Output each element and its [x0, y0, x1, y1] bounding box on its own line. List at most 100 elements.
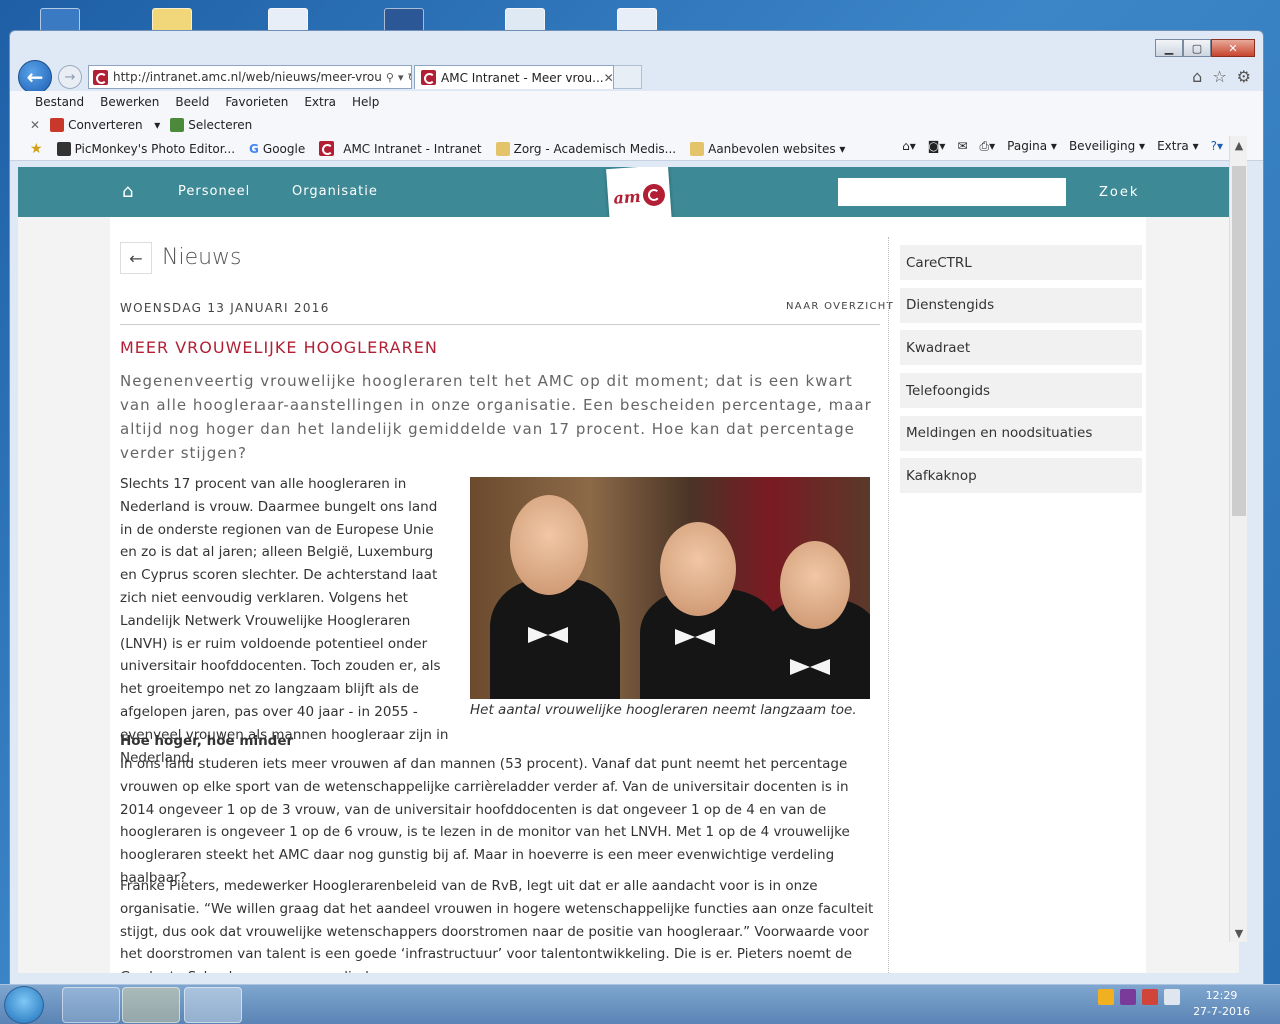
- fav-picmonkey[interactable]: PicMonkey's Photo Editor...: [56, 141, 236, 156]
- menu-beeld[interactable]: Beeld: [175, 95, 209, 109]
- home-icon[interactable]: ⌂: [1192, 67, 1202, 86]
- sidebar-item-kafkaknop[interactable]: Kafkaknop: [900, 458, 1142, 494]
- back-button[interactable]: ←: [18, 60, 52, 94]
- close-window-button[interactable]: ✕: [1211, 39, 1255, 57]
- sidebar-item-kwadraet[interactable]: Kwadraet: [900, 330, 1142, 366]
- search-button[interactable]: Zoek: [1099, 185, 1139, 200]
- extra-menu[interactable]: Extra ▾: [1157, 139, 1199, 154]
- tray-volume-icon[interactable]: [1164, 989, 1180, 1005]
- converteren-label: Converteren: [68, 118, 143, 132]
- fav-label: AMC Intranet - Intranet: [343, 141, 482, 156]
- menu-bar: Bestand Bewerken Beeld Favorieten Extra …: [10, 91, 1263, 113]
- tray-outlook-icon[interactable]: [1098, 989, 1114, 1005]
- home-icon[interactable]: ⌂▾: [902, 139, 916, 154]
- amc-icon: [319, 141, 335, 156]
- tray-shield-icon[interactable]: [1142, 989, 1158, 1005]
- mail-icon[interactable]: [152, 8, 192, 32]
- overview-link[interactable]: NAAR OVERZICHT: [786, 301, 894, 312]
- menu-extra[interactable]: Extra: [304, 95, 336, 109]
- fav-google[interactable]: G Google: [249, 142, 305, 156]
- amc-favicon-icon: [421, 70, 436, 85]
- menu-help[interactable]: Help: [352, 95, 379, 109]
- browser-tab[interactable]: AMC Intranet - Meer vrou... ✕: [414, 65, 614, 89]
- minimize-button[interactable]: ▁: [1155, 39, 1183, 57]
- browser-window: ▁ ▢ ✕ ← → http://intranet.amc.nl/web/nie…: [9, 30, 1264, 985]
- close-toolbar-icon[interactable]: ✕: [30, 118, 40, 132]
- sidebar: CareCTRL Dienstengids Kwadraet Telefoong…: [900, 245, 1142, 501]
- fav-amc-intranet[interactable]: AMC Intranet - Intranet: [319, 141, 482, 156]
- star-icon[interactable]: ☆: [1212, 67, 1226, 86]
- address-tools-icon[interactable]: ⚲▾↻: [381, 70, 411, 84]
- taskbar-ie-active-icon[interactable]: [184, 987, 242, 1023]
- tab-close-icon[interactable]: ✕: [604, 71, 613, 85]
- fav-zorg[interactable]: Zorg - Academisch Medis...: [495, 141, 676, 156]
- converteren-button[interactable]: Converteren ▾: [50, 118, 160, 132]
- beveiliging-menu[interactable]: Beveiliging ▾: [1069, 139, 1145, 154]
- vertical-scrollbar[interactable]: ▲ ▼: [1229, 136, 1247, 942]
- nav-personeel[interactable]: Personeel: [178, 184, 250, 199]
- menu-bewerken[interactable]: Bewerken: [100, 95, 159, 109]
- taskbar-ie-icon[interactable]: [62, 987, 120, 1023]
- home-icon[interactable]: ⌂: [122, 181, 142, 202]
- scrollbar-thumb[interactable]: [1232, 166, 1246, 516]
- arrow-right-icon: →: [64, 69, 76, 85]
- taskbar: 12:29 27-7-2016: [0, 984, 1280, 1024]
- maximize-button[interactable]: ▢: [1183, 39, 1211, 57]
- selecteren-label: Selecteren: [188, 118, 253, 132]
- article-paragraph-2: In ons land studeren iets meer vrouwen a…: [120, 756, 850, 886]
- divider: [120, 324, 880, 325]
- notepad-icon[interactable]: [505, 8, 545, 32]
- arrow-left-icon: ←: [26, 65, 44, 89]
- word-doc-icon[interactable]: [617, 8, 657, 32]
- sidebar-item-meldingen[interactable]: Meldingen en noodsituaties: [900, 415, 1142, 451]
- browser-right-icons: ⌂ ☆ ⚙: [1192, 67, 1251, 86]
- word-icon[interactable]: [384, 8, 424, 32]
- photo-face: [780, 541, 850, 629]
- photo-caption: Het aantal vrouwelijke hoogleraren neemt…: [470, 702, 857, 718]
- fav-aanbevolen[interactable]: Aanbevolen websites ▾: [690, 141, 845, 156]
- arrow-left-icon: ←: [129, 248, 143, 268]
- sidebar-item-dienstengids[interactable]: Dienstengids: [900, 287, 1142, 323]
- menu-bestand[interactable]: Bestand: [35, 95, 84, 109]
- sidebar-item-carectrl[interactable]: CareCTRL: [900, 245, 1142, 280]
- select-icon: [170, 118, 185, 132]
- page-viewport: ⌂ Personeel Organisatie am Zoek ← Nieuws…: [18, 167, 1239, 973]
- scroll-up-icon[interactable]: ▲: [1230, 136, 1248, 154]
- selecteren-button[interactable]: Selecteren: [170, 118, 252, 132]
- menu-favorieten[interactable]: Favorieten: [225, 95, 288, 109]
- address-bar[interactable]: http://intranet.amc.nl/web/nieuws/meer-v…: [88, 65, 412, 89]
- window-controls: ▁ ▢ ✕: [1155, 39, 1255, 57]
- tab-title: AMC Intranet - Meer vrou...: [441, 70, 604, 85]
- fav-label: PicMonkey's Photo Editor...: [74, 141, 236, 156]
- search-input[interactable]: [838, 178, 1066, 206]
- taskbar-outlook-icon[interactable]: [122, 987, 180, 1023]
- fav-label: Google: [262, 141, 306, 156]
- desktop-icon[interactable]: [40, 8, 80, 32]
- command-right: ⌂▾ ◙▾ ✉ ⎙▾ Pagina ▾ Beveiliging ▾ Extra …: [902, 139, 1223, 154]
- word-doc-icon[interactable]: [268, 8, 308, 32]
- article-date: WOENSDAG 13 JANUARI 2016: [120, 301, 330, 315]
- rss-icon[interactable]: ◙▾: [928, 139, 946, 154]
- back-to-news-button[interactable]: ←: [120, 242, 152, 274]
- page-icon: [495, 141, 510, 156]
- sidebar-item-telefoongids[interactable]: Telefoongids: [900, 373, 1142, 409]
- clock-date: 27-7-2016: [1193, 1005, 1250, 1018]
- chevron-down-icon: ▾: [146, 118, 161, 132]
- tray-onenote-icon[interactable]: [1120, 989, 1136, 1005]
- logo-text: am: [612, 186, 642, 208]
- gear-icon[interactable]: ⚙: [1237, 67, 1251, 86]
- clock[interactable]: 12:29 27-7-2016: [1193, 988, 1250, 1020]
- scroll-down-icon[interactable]: ▼: [1230, 924, 1248, 942]
- favorites-star-icon[interactable]: ★: [30, 141, 43, 157]
- start-button[interactable]: [4, 986, 44, 1024]
- new-tab-button[interactable]: [614, 65, 642, 89]
- amc-favicon-icon: [93, 69, 108, 85]
- mail-icon[interactable]: ✉: [957, 139, 967, 154]
- print-icon[interactable]: ⎙▾: [980, 139, 996, 154]
- help-icon[interactable]: ?▾: [1211, 139, 1223, 154]
- pagina-menu[interactable]: Pagina ▾: [1007, 139, 1057, 154]
- forward-button[interactable]: →: [58, 65, 82, 89]
- command-bar: ✕ Converteren ▾ Selecteren: [10, 113, 1263, 137]
- nav-organisatie[interactable]: Organisatie: [292, 184, 378, 199]
- picmonkey-icon: [56, 141, 71, 156]
